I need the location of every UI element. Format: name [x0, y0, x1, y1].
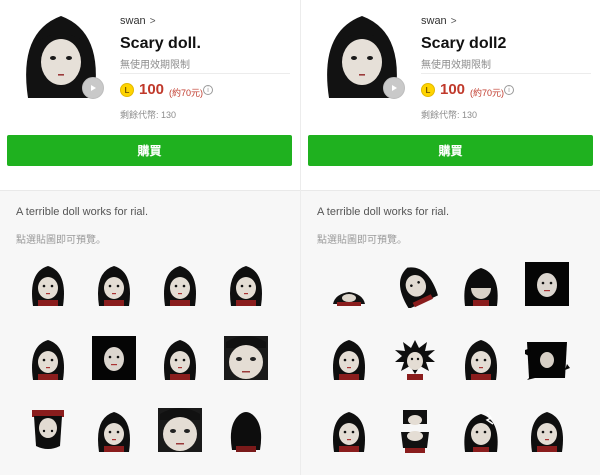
info-icon[interactable]: i: [504, 85, 514, 95]
play-preview-button[interactable]: [383, 77, 405, 99]
buy-button[interactable]: 購買: [7, 135, 292, 166]
product-title: Scary doll.: [120, 35, 201, 52]
preview-hint: 點選貼圖即可預覽。: [317, 235, 407, 246]
sticker-panel: swan > Scary doll2 無使用效期限制 L 100 (約70元) i…: [300, 0, 600, 475]
author-name: swan: [120, 15, 146, 27]
buy-button[interactable]: 購買: [308, 135, 593, 166]
product-header: swan > Scary doll2 無使用效期限制 L 100 (約70元) i…: [301, 0, 600, 191]
sticker-item[interactable]: [391, 260, 439, 308]
product-title: Scary doll2: [421, 35, 507, 52]
sticker-item[interactable]: [523, 260, 571, 308]
play-icon: [91, 85, 96, 91]
sticker-item[interactable]: [90, 260, 138, 308]
sticker-item[interactable]: [156, 406, 204, 454]
play-icon: [392, 85, 397, 91]
validity-text: 無使用效期限制: [421, 60, 491, 71]
price-approx: (約70元): [470, 88, 505, 98]
coin-icon: L: [421, 83, 435, 97]
author-name: swan: [421, 15, 447, 27]
sticker-item[interactable]: [523, 334, 571, 382]
sticker-item[interactable]: [523, 406, 571, 454]
sticker-item[interactable]: [24, 406, 72, 454]
divider: [120, 73, 290, 74]
product-header: swan > Scary doll. 無使用效期限制 L 100 (約70元) i…: [0, 0, 300, 191]
sticker-item[interactable]: [457, 406, 505, 454]
sticker-item[interactable]: [222, 334, 270, 382]
sticker-item[interactable]: [457, 334, 505, 382]
remaining-coins: 剩餘代幣: 130: [421, 110, 478, 120]
validity-text: 無使用效期限制: [120, 60, 190, 71]
sticker-item[interactable]: [222, 260, 270, 308]
sticker-item[interactable]: [156, 334, 204, 382]
sticker-item[interactable]: [457, 260, 505, 308]
product-description: A terrible doll works for rial.: [317, 206, 450, 218]
sticker-panel: swan > Scary doll. 無使用效期限制 L 100 (約70元) i…: [0, 0, 300, 475]
sticker-item[interactable]: [222, 406, 270, 454]
sticker-item[interactable]: [24, 260, 72, 308]
divider: [421, 73, 591, 74]
author-link[interactable]: swan >: [120, 15, 156, 27]
sticker-item[interactable]: [24, 334, 72, 382]
sticker-item[interactable]: [391, 406, 439, 454]
coin-icon: L: [120, 83, 134, 97]
play-preview-button[interactable]: [82, 77, 104, 99]
price-value: 100: [440, 81, 466, 98]
sticker-item[interactable]: [156, 260, 204, 308]
sticker-item[interactable]: [325, 260, 373, 308]
author-link[interactable]: swan >: [421, 15, 457, 27]
product-description: A terrible doll works for rial.: [16, 206, 149, 218]
sticker-item[interactable]: [391, 334, 439, 382]
sticker-item[interactable]: [325, 334, 373, 382]
sticker-grid: [24, 260, 286, 465]
sticker-grid: [325, 260, 587, 465]
chevron-right-icon: >: [450, 16, 457, 27]
price-approx: (約70元): [169, 88, 204, 98]
info-icon[interactable]: i: [203, 85, 213, 95]
price-value: 100: [139, 81, 165, 98]
sticker-item[interactable]: [90, 334, 138, 382]
sticker-item[interactable]: [90, 406, 138, 454]
chevron-right-icon: >: [149, 16, 156, 27]
sticker-item[interactable]: [325, 406, 373, 454]
preview-hint: 點選貼圖即可預覽。: [16, 235, 106, 246]
remaining-coins: 剩餘代幣: 130: [120, 110, 177, 120]
